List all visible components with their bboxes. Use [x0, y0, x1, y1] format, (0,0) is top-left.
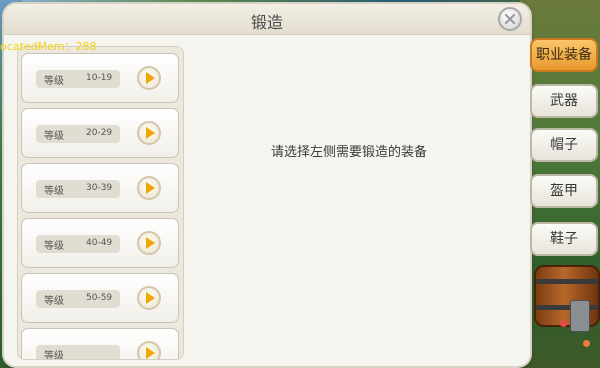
play-icon: [145, 292, 155, 304]
play-button[interactable]: [137, 66, 161, 90]
level-label: 等级: [44, 296, 64, 307]
level-item[interactable]: 等级: [21, 328, 179, 360]
level-item[interactable]: 等级 40-49: [21, 218, 179, 268]
level-range: 40-49: [86, 238, 113, 248]
barrel-stand: [570, 300, 590, 332]
play-button[interactable]: [137, 286, 161, 310]
play-button[interactable]: [137, 231, 161, 255]
tab-shoes[interactable]: 鞋子: [530, 222, 598, 256]
play-icon: [145, 182, 155, 194]
level-item[interactable]: 等级 20-29: [21, 108, 179, 158]
level-item[interactable]: 等级 50-59: [21, 273, 179, 323]
play-icon: [145, 347, 155, 359]
level-item[interactable]: 等级 30-39: [21, 163, 179, 213]
tab-class-equipment[interactable]: 职业装备: [530, 38, 598, 72]
play-icon: [145, 72, 155, 84]
close-button[interactable]: [498, 7, 522, 31]
level-chip: 等级 20-29: [36, 125, 120, 143]
level-item[interactable]: 等级 10-19: [21, 53, 179, 103]
level-range: 10-19: [86, 73, 113, 83]
level-label: 等级: [44, 131, 64, 142]
level-range: 50-59: [86, 293, 113, 303]
level-chip: 等级: [36, 345, 120, 360]
level-label: 等级: [44, 76, 64, 87]
level-label: 等级: [44, 351, 64, 360]
flower-decoration: [583, 340, 590, 347]
dialog-title: 锻造: [250, 13, 283, 32]
level-chip: 等级 30-39: [36, 180, 120, 198]
level-list[interactable]: 等级 10-19 等级 20-29 等级 30-39 等级 40-49 等级 5…: [17, 46, 184, 360]
tab-weapon[interactable]: 武器: [530, 84, 598, 118]
tab-armor[interactable]: 盔甲: [530, 174, 598, 208]
flower-decoration: [560, 320, 567, 327]
level-label: 等级: [44, 186, 64, 197]
play-icon: [145, 237, 155, 249]
play-button[interactable]: [137, 121, 161, 145]
forge-hint: 请选择左侧需要锻造的装备: [270, 145, 427, 160]
level-chip: 等级 10-19: [36, 70, 120, 88]
play-icon: [145, 127, 155, 139]
tab-hat[interactable]: 帽子: [530, 128, 598, 162]
barrel-decoration: [534, 265, 600, 327]
level-range: 30-39: [86, 183, 113, 193]
level-chip: 等级 50-59: [36, 290, 120, 308]
play-button[interactable]: [137, 176, 161, 200]
dialog-header: 锻造: [4, 4, 530, 35]
forge-dialog: 锻造 等级 10-19 等级 20-29 等级 30-39 等级 40-49 等…: [4, 4, 530, 366]
level-chip: 等级 40-49: [36, 235, 120, 253]
debug-memory-readout: ocatedMem：288: [0, 40, 97, 53]
barrel-band: [536, 279, 598, 284]
level-range: 20-29: [86, 128, 113, 138]
play-button[interactable]: [137, 341, 161, 359]
close-icon: [504, 13, 516, 25]
level-label: 等级: [44, 241, 64, 252]
